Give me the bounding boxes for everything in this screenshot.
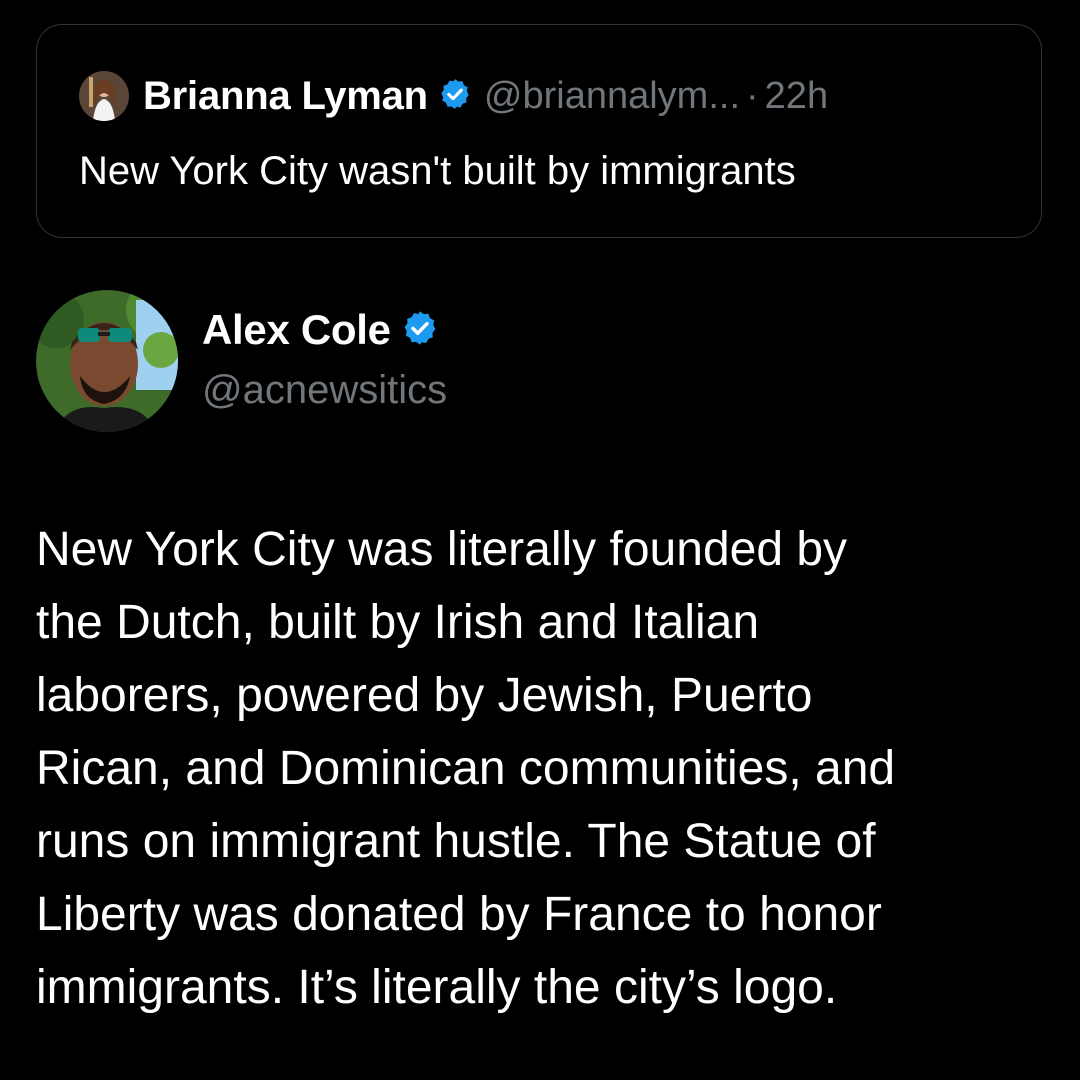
quoted-tweet-text: New York City wasn't built by immigrants (79, 149, 796, 193)
quoted-tweet-card[interactable]: Brianna Lyman @briannalym... · 22h New Y… (36, 24, 1042, 238)
tweet-body: New York City was literally founded by t… (36, 513, 1036, 1024)
quoted-tweet-timestamp[interactable]: 22h (765, 75, 828, 118)
verified-badge-icon (401, 309, 439, 352)
author-avatar[interactable] (36, 290, 178, 432)
tweet-text-line: immigrants. It’s literally the city’s lo… (36, 961, 838, 1014)
verified-badge-icon (438, 77, 472, 116)
quoted-author-handle[interactable]: @briannalym... (484, 75, 740, 118)
separator-dot: · (746, 74, 759, 117)
author-name-row: Alex Cole (202, 306, 447, 354)
tweet-text-line: the Dutch, built by Irish and Italian (36, 596, 760, 649)
tweet-text-line: runs on immigrant hustle. The Statue of (36, 815, 876, 868)
tweet-text-line: Rican, and Dominican communities, and (36, 742, 896, 795)
author-handle[interactable]: @acnewsitics (202, 368, 447, 413)
quoted-tweet-header: Brianna Lyman @briannalym... · 22h (79, 71, 828, 121)
tweet-text-line: laborers, powered by Jewish, Puerto (36, 669, 813, 722)
tweet-author: Alex Cole @acnewsitics (36, 290, 447, 432)
author-name[interactable]: Alex Cole (202, 306, 391, 354)
tweet-text-line: Liberty was donated by France to honor (36, 888, 882, 941)
quoted-author-name[interactable]: Brianna Lyman (143, 74, 428, 119)
quoted-author-avatar[interactable] (79, 71, 129, 121)
author-meta: Alex Cole @acnewsitics (202, 290, 447, 413)
tweet-text-line: New York City was literally founded by (36, 523, 848, 576)
